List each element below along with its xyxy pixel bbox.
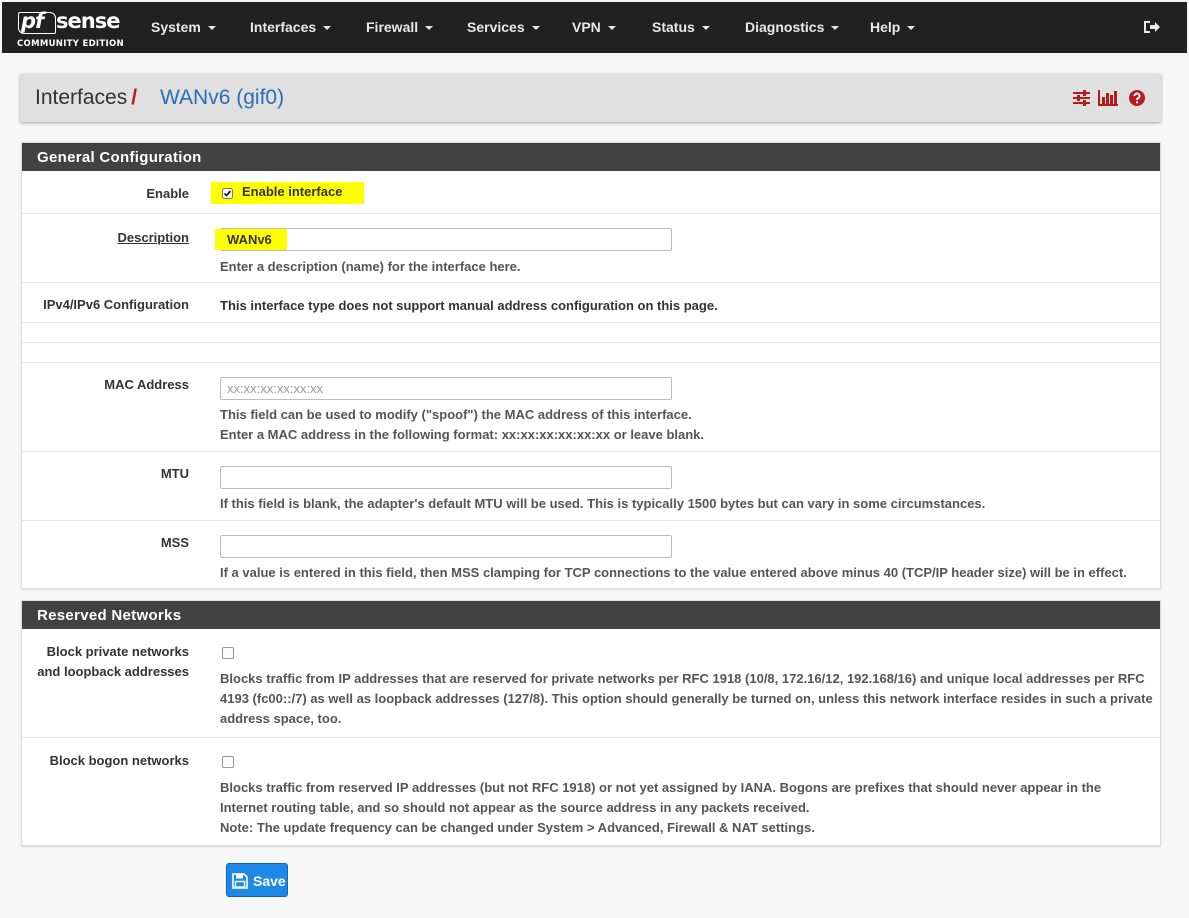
- mss-help: If a value is entered in this field, the…: [220, 565, 1127, 580]
- mtu-input[interactable]: [220, 466, 672, 489]
- logo-edition-text: COMMUNITY EDITION: [17, 39, 124, 49]
- mac-address-help-1: This field can be used to modify ("spoof…: [220, 407, 692, 422]
- ipconfig-text: This interface type does not support man…: [220, 298, 718, 313]
- block-bogon-label: Block bogon networks: [49, 753, 189, 768]
- chevron-down-icon: [701, 26, 710, 31]
- save-button[interactable]: Save: [226, 863, 288, 897]
- nav-services[interactable]: Services: [467, 19, 540, 35]
- breadcrumb-section[interactable]: Interfaces /: [35, 86, 137, 110]
- description-help: Enter a description (name) for the inter…: [220, 259, 521, 274]
- mac-address-help-2: Enter a MAC address in the following for…: [220, 427, 705, 442]
- chevron-down-icon: [907, 26, 916, 31]
- mtu-help: If this field is blank, the adapter's de…: [220, 496, 986, 511]
- pfsense-logo[interactable]: pf sense COMMUNITY EDITION: [16, 9, 126, 50]
- nav-firewall-label: Firewall: [366, 19, 419, 35]
- panel-heading-reserved: Reserved Networks: [22, 601, 1160, 629]
- nav-vpn-label: VPN: [572, 19, 601, 35]
- enable-checkbox[interactable]: [222, 188, 233, 199]
- mss-input[interactable]: [220, 535, 672, 558]
- breadcrumb-separator: /: [131, 86, 138, 109]
- block-private-row: Block private networks and loopback addr…: [22, 629, 1160, 738]
- logout-icon[interactable]: [1143, 19, 1161, 35]
- bar-chart-icon[interactable]: [1098, 90, 1118, 106]
- mac-address-label: MAC Address: [104, 377, 189, 392]
- general-configuration-panel: General Configuration Enable Enable inte…: [21, 142, 1161, 589]
- mtu-label: MTU: [160, 466, 189, 481]
- reserved-networks-panel: Reserved Networks Block private networks…: [21, 600, 1161, 846]
- nav-vpn[interactable]: VPN: [572, 19, 616, 35]
- nav-status-label: Status: [652, 19, 695, 35]
- block-private-label-1: Block private networks: [46, 644, 189, 659]
- nav-system[interactable]: System: [151, 19, 216, 35]
- sliders-icon[interactable]: [1073, 90, 1090, 106]
- description-row: Description WANv6 Enter a description (n…: [22, 214, 1160, 283]
- nav-services-label: Services: [467, 19, 525, 35]
- enable-checkbox-label[interactable]: Enable interface: [242, 184, 342, 199]
- panel-heading-general: General Configuration: [22, 143, 1160, 171]
- ipconfig-row: IPv4/IPv6 Configuration This interface t…: [22, 283, 1160, 323]
- chevron-down-icon: [607, 26, 616, 31]
- enable-checkbox-wrap[interactable]: Enable interface: [211, 182, 364, 204]
- spacer-row: [22, 343, 1160, 363]
- ipconfig-label: IPv4/IPv6 Configuration: [43, 297, 189, 312]
- mss-row: MSS If a value is entered in this field,…: [22, 521, 1160, 590]
- mac-address-input[interactable]: [220, 377, 672, 400]
- page-title[interactable]: WANv6 (gif0): [160, 86, 284, 110]
- mac-address-row: MAC Address This field can be used to mo…: [22, 363, 1160, 452]
- chevron-down-icon: [425, 26, 434, 31]
- block-private-checkbox[interactable]: [222, 647, 234, 659]
- nav-status[interactable]: Status: [652, 19, 710, 35]
- chevron-down-icon: [831, 26, 840, 31]
- save-button-label: Save: [253, 873, 286, 889]
- enable-label: Enable: [146, 186, 189, 201]
- nav-interfaces[interactable]: Interfaces: [250, 19, 332, 35]
- block-bogon-row: Block bogon networks Blocks traffic from…: [22, 738, 1160, 847]
- nav-interfaces-label: Interfaces: [250, 19, 317, 35]
- description-label: Description: [117, 230, 189, 245]
- breadcrumb-section-label: Interfaces: [35, 86, 128, 109]
- block-bogon-help-2: Note: The update frequency can be change…: [220, 820, 815, 835]
- block-private-help: Blocks traffic from IP addresses that ar…: [220, 671, 1153, 726]
- chevron-down-icon: [531, 26, 540, 31]
- nav-help[interactable]: Help: [870, 19, 916, 35]
- breadcrumb: Interfaces / WANv6 (gif0): [20, 74, 1161, 122]
- save-icon: [232, 873, 248, 889]
- nav-firewall[interactable]: Firewall: [366, 19, 434, 35]
- nav-diagnostics[interactable]: Diagnostics: [745, 19, 840, 35]
- enable-row: Enable Enable interface: [22, 171, 1160, 214]
- description-input[interactable]: [220, 228, 672, 251]
- nav-diagnostics-label: Diagnostics: [745, 19, 825, 35]
- logo-pf-text: pf: [21, 9, 44, 33]
- nav-system-label: System: [151, 19, 201, 35]
- mss-label: MSS: [160, 535, 189, 550]
- block-bogon-help-1: Blocks traffic from reserved IP addresse…: [220, 780, 1102, 815]
- block-private-label-2: and loopback addresses: [37, 664, 189, 679]
- chevron-down-icon: [207, 26, 216, 31]
- logo-sense-text: sense: [56, 9, 120, 33]
- block-bogon-checkbox[interactable]: [222, 756, 234, 768]
- top-navbar: pf sense COMMUNITY EDITION System Interf…: [2, 2, 1187, 53]
- mtu-row: MTU If this field is blank, the adapter'…: [22, 452, 1160, 521]
- chevron-down-icon: [323, 26, 332, 31]
- nav-help-label: Help: [870, 19, 901, 35]
- spacer-row: [22, 323, 1160, 343]
- help-question-icon[interactable]: [1129, 90, 1145, 106]
